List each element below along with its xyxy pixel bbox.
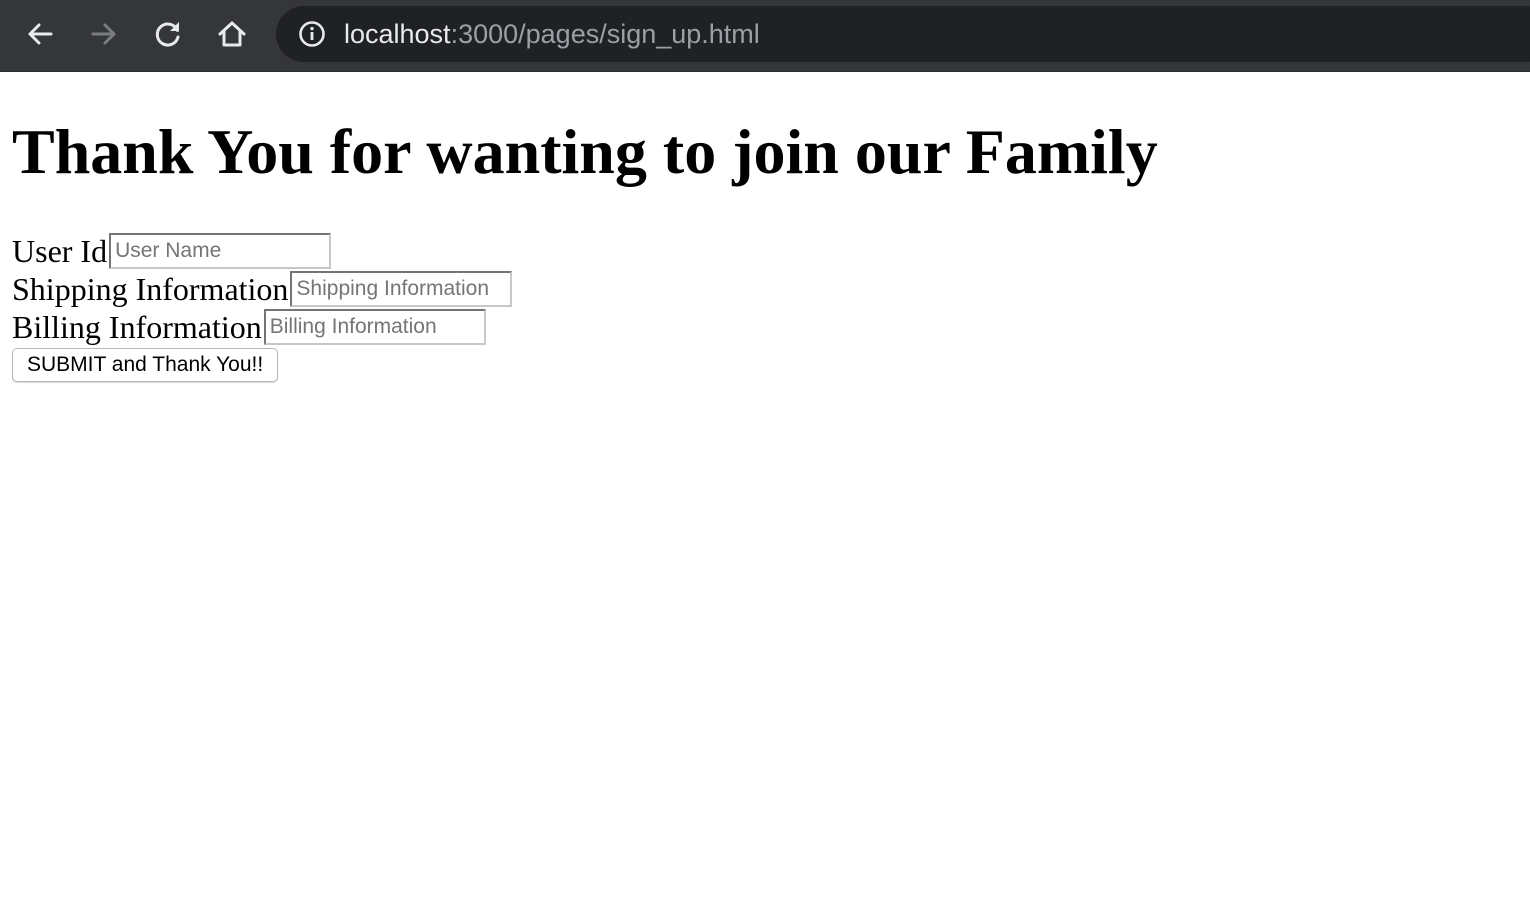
back-button[interactable] <box>18 12 62 56</box>
reload-button[interactable] <box>146 12 190 56</box>
billing-info-row: Billing Information <box>12 308 512 346</box>
reload-icon <box>155 22 180 47</box>
back-arrow-icon <box>28 23 53 45</box>
billing-info-input[interactable] <box>263 309 486 345</box>
browser-toolbar: localhost:3000/pages/sign_up.html <box>0 0 1530 72</box>
sign-up-form: User Id Shipping Information Billing Inf… <box>12 232 513 382</box>
shipping-info-input[interactable] <box>290 271 513 307</box>
home-button[interactable] <box>210 12 254 56</box>
url-path: :3000/pages/sign_up.html <box>450 19 760 49</box>
user-id-input[interactable] <box>109 233 332 269</box>
address-bar[interactable]: localhost:3000/pages/sign_up.html <box>276 6 1530 62</box>
submit-button[interactable]: SUBMIT and Thank You!! <box>12 348 279 382</box>
user-id-row: User Id <box>12 232 512 270</box>
shipping-info-row: Shipping Information <box>12 270 513 308</box>
billing-info-label: Billing Information <box>12 309 262 345</box>
page-title: Thank You for wanting to join our Family <box>12 116 1158 187</box>
shipping-info-label: Shipping Information <box>12 271 289 307</box>
url-text[interactable]: localhost:3000/pages/sign_up.html <box>344 19 760 49</box>
forward-button[interactable] <box>82 12 126 56</box>
home-icon <box>218 21 246 47</box>
url-host: localhost <box>344 19 451 49</box>
forward-arrow-icon <box>91 23 116 45</box>
user-id-label: User Id <box>12 233 108 269</box>
info-icon[interactable] <box>298 20 326 48</box>
